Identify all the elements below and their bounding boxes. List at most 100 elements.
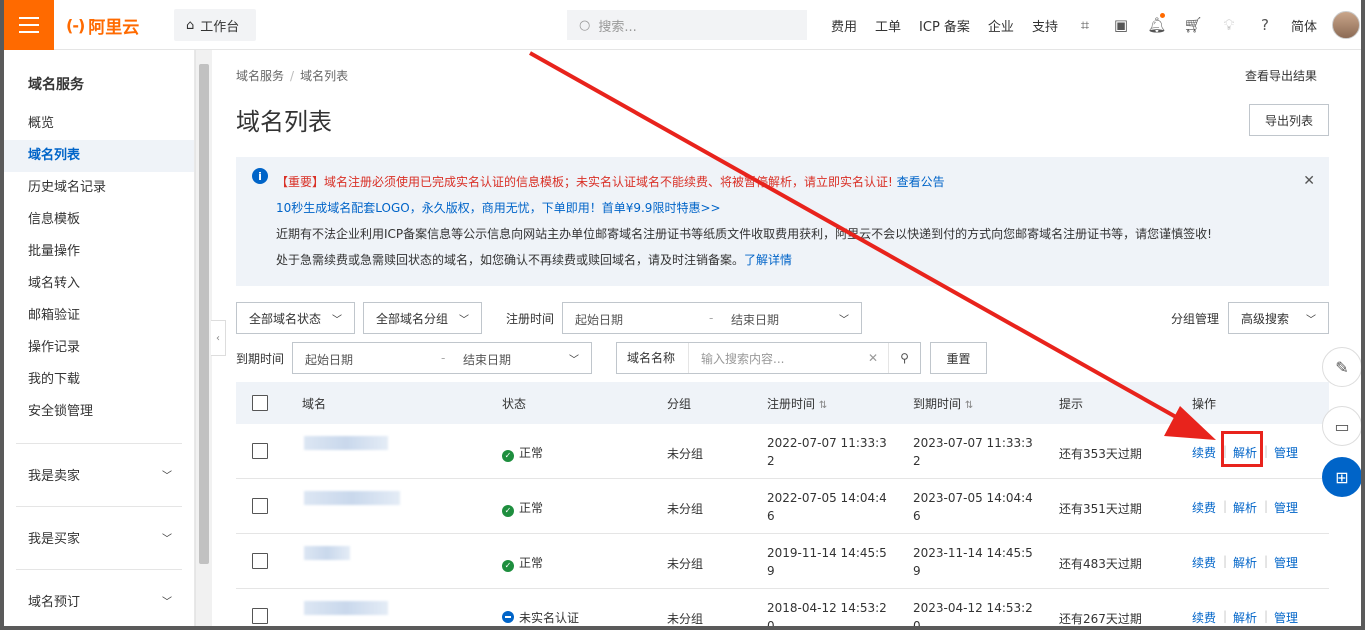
col-hint: 提示 [1059,397,1084,411]
sidebar-item-templates[interactable]: 信息模板 [4,204,194,236]
terminal-icon[interactable]: ▣ [1103,16,1139,34]
breadcrumb-domain-list: 域名列表 [300,69,349,83]
home-icon: ⌂ [186,17,195,33]
domain-name-redacted[interactable] [304,491,400,505]
nav-support[interactable]: 支持 [1023,16,1067,35]
row-checkbox[interactable] [252,608,268,624]
sidebar-scrollbar[interactable] [195,50,212,626]
menu-icon[interactable] [4,0,54,50]
renew-link[interactable]: 续费 [1192,499,1216,516]
sidebar-item-domain-list[interactable]: 域名列表 [4,140,194,172]
sidebar-group-reserve[interactable]: 域名预订 ﹀ [16,569,182,626]
close-icon[interactable]: ✕ [1303,173,1315,189]
col-expire-time[interactable]: 到期时间 ⇅ [913,395,973,412]
search-icon[interactable]: ⚲ [888,343,920,373]
language-switch[interactable]: 简体 [1283,16,1325,35]
manage-link[interactable]: 管理 [1274,444,1298,461]
domain-name-redacted[interactable] [304,601,388,615]
nav-icp[interactable]: ICP 备案 [910,16,979,35]
domain-name-redacted[interactable] [304,546,350,560]
sidebar-group-seller[interactable]: 我是卖家 ﹀ [16,443,182,505]
dns-resolve-link[interactable]: 解析 [1233,609,1257,626]
avatar[interactable] [1332,11,1360,39]
sidebar-item-security-lock[interactable]: 安全锁管理 [4,396,194,428]
sidebar-group-buyer[interactable]: 我是买家 ﹀ [16,506,182,568]
expire-date-range-picker[interactable]: 起始日期 - 结束日期 ﹀ [292,342,592,374]
sidebar-item-batch[interactable]: 批量操作 [4,236,194,268]
group-filter-select[interactable]: 全部域名分组 ﹀ [363,302,482,334]
renew-link[interactable]: 续费 [1192,609,1216,626]
check-icon: ✓ [502,505,514,517]
dns-resolve-link[interactable]: 解析 [1233,554,1257,571]
view-export-results-link[interactable]: 查看导出结果 [1245,67,1317,84]
cart-icon[interactable]: 🛒︎ [1175,16,1211,34]
bell-icon[interactable]: 🔔︎ [1139,13,1175,34]
sidebar-item-history[interactable]: 历史域名记录 [4,172,194,204]
expire-time-cell: 2023-04-12 14:53:2 0 [913,601,1033,630]
hint-cell: 还有353天过期 [1059,447,1142,461]
group-cell: 未分组 [667,502,704,516]
nav-ticket[interactable]: 工单 [866,16,910,35]
domain-name-redacted[interactable] [304,436,388,450]
logo-promo-link[interactable]: 10秒生成域名配套LOGO，永久版权，商用无忧，下单即用！首单¥9.9限时特惠>… [276,199,721,216]
app-window: (-) 阿里云 ⌂ 工作台 ○ 搜索... 费用 工单 ICP 备案 企业 支持 … [0,0,1365,630]
domain-search-input[interactable]: 输入搜索内容... [689,350,868,367]
sort-icon: ⇅ [818,400,828,411]
sidebar-item-email-verify[interactable]: 邮箱验证 [4,300,194,332]
sidebar-item-op-log[interactable]: 操作记录 [4,332,194,364]
edit-icon[interactable]: ✎ [1322,347,1361,387]
row-checkbox[interactable] [252,553,268,569]
col-actions: 操作 [1192,397,1217,411]
app-icon[interactable]: ⌗ [1067,16,1103,34]
group-cell: 未分组 [667,557,704,571]
reset-button[interactable]: 重置 [930,342,987,374]
check-icon: ✓ [502,450,514,462]
sidebar-item-transfer-in[interactable]: 域名转入 [4,268,194,300]
info-icon: i [252,168,268,184]
select-all-checkbox[interactable] [252,395,268,411]
manage-link[interactable]: 管理 [1274,554,1298,571]
lightbulb-icon[interactable]: 💡︎ [1211,16,1247,34]
row-checkbox[interactable] [252,498,268,514]
workbench-button[interactable]: ⌂ 工作台 [174,9,256,41]
group-manage-link[interactable]: 分组管理 [1171,310,1219,327]
clear-icon[interactable]: ✕ [868,351,888,365]
advanced-search-button[interactable]: 高级搜索 ﹀ [1228,302,1329,334]
nav-billing[interactable]: 费用 [822,16,866,35]
scrollbar-thumb[interactable] [199,64,209,564]
nav-enterprise[interactable]: 企业 [979,16,1023,35]
renew-link[interactable]: 续费 [1192,554,1216,571]
breadcrumb-domain-service[interactable]: 域名服务 [236,69,284,83]
reg-date-range-picker[interactable]: 起始日期 - 结束日期 ﹀ [562,302,862,334]
logo[interactable]: (-) 阿里云 [66,13,139,38]
renew-link[interactable]: 续费 [1192,444,1216,461]
export-list-button[interactable]: 导出列表 [1249,104,1329,136]
hint-cell: 还有483天过期 [1059,557,1142,571]
sidebar-item-overview[interactable]: 概览 [4,108,194,140]
apps-icon[interactable]: ⊞ [1322,457,1361,497]
dns-resolve-link[interactable]: 解析 [1233,499,1257,516]
sort-icon: ⇅ [964,400,974,411]
page-title: 域名列表 [236,108,332,136]
expire-time-label: 到期时间 [236,352,285,366]
collapse-sidebar-button[interactable]: ‹ [211,320,226,356]
reg-time-cell: 2019-11-14 14:45:5 9 [767,546,887,578]
chevron-down-icon: ﹀ [839,315,849,326]
col-reg-time[interactable]: 注册时间 ⇅ [767,395,827,412]
manage-link[interactable]: 管理 [1274,499,1298,516]
status-badge: ✓ 正常 [502,444,543,462]
manage-link[interactable]: 管理 [1274,609,1298,626]
sidebar: 域名服务 概览 域名列表 历史域名记录 信息模板 批量操作 域名转入 邮箱验证 … [4,50,195,626]
global-search-input[interactable]: ○ 搜索... [567,10,807,40]
expire-time-cell: 2023-11-14 14:45:5 9 [913,546,1033,578]
status-filter-select[interactable]: 全部域名状态 ﹀ [236,302,355,334]
hint-cell: 还有351天过期 [1059,502,1142,516]
learn-more-link[interactable]: 了解详情 [744,253,792,267]
chevron-down-icon: ﹀ [1306,314,1316,326]
feedback-icon[interactable]: ▭ [1322,406,1361,446]
help-icon[interactable]: ? [1247,16,1283,34]
sidebar-item-downloads[interactable]: 我的下载 [4,364,194,396]
row-checkbox[interactable] [252,443,268,459]
view-announcement-link[interactable]: 查看公告 [897,175,945,189]
table-row: ✓ 正常 未分组 2022-07-05 14:04:4 6 2023-07-05 1… [236,479,1329,534]
